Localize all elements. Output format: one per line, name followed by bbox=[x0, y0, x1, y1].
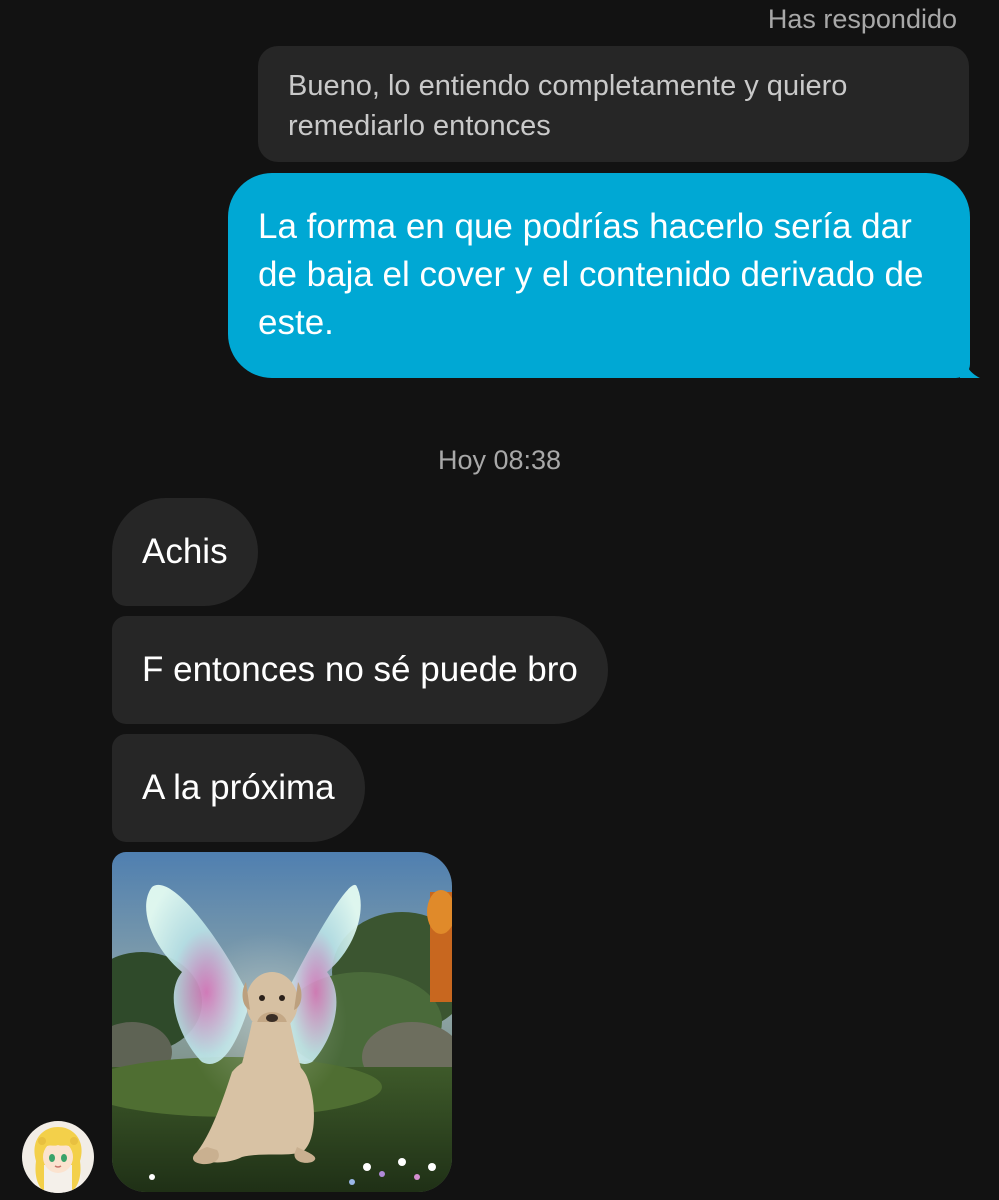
received-message-bubble[interactable]: F entonces no sé puede bro bbox=[112, 616, 608, 724]
dog-with-fairy-wings-image bbox=[112, 852, 452, 1192]
sent-message-text: La forma en que podrías hacerlo sería da… bbox=[258, 207, 924, 342]
received-message-bubble[interactable]: A la próxima bbox=[112, 734, 365, 842]
quoted-message-bubble[interactable]: Bueno, lo entiendo completamente y quier… bbox=[258, 46, 969, 162]
anime-character-avatar-icon bbox=[22, 1121, 94, 1193]
message-timestamp: Hoy 08:38 bbox=[437, 445, 562, 475]
avatar[interactable] bbox=[22, 1121, 94, 1193]
quoted-message-text: Bueno, lo entiendo completamente y quier… bbox=[288, 70, 848, 142]
received-message-text: Achis bbox=[142, 532, 228, 571]
reply-label: Has respondido bbox=[767, 4, 957, 34]
received-message-text: F entonces no sé puede bro bbox=[142, 650, 578, 689]
received-message-text: A la próxima bbox=[142, 768, 335, 807]
sent-message-bubble[interactable]: La forma en que podrías hacerlo sería da… bbox=[228, 173, 970, 378]
sent-bubble-tail bbox=[960, 360, 980, 378]
received-message-bubble[interactable]: Achis bbox=[112, 498, 258, 606]
received-photo-message[interactable] bbox=[112, 852, 452, 1192]
